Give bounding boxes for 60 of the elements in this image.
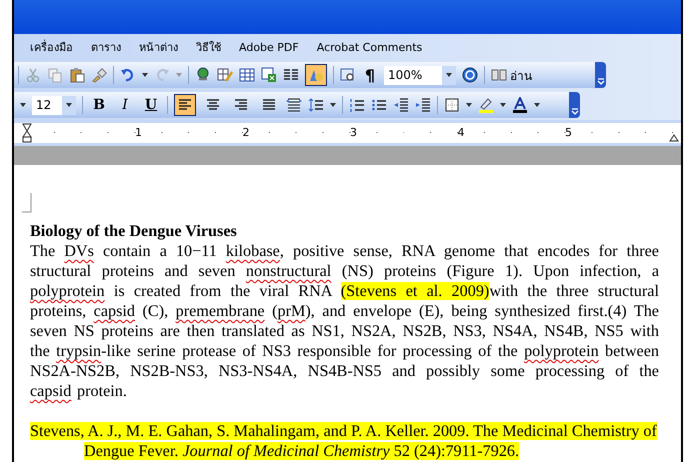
dropdown-arrow-icon[interactable]	[20, 103, 26, 107]
ruler-number: 1	[135, 126, 142, 139]
dropdown-arrow-icon	[66, 103, 72, 107]
dropdown-arrow-icon[interactable]	[330, 103, 336, 107]
chevron-down-icon	[596, 77, 604, 85]
table-pencil-icon[interactable]	[217, 67, 233, 83]
dropdown-arrow-icon[interactable]	[500, 103, 506, 107]
line-spacing-icon[interactable]	[308, 97, 324, 113]
bullet-list-icon[interactable]	[371, 97, 387, 113]
help-icon[interactable]	[462, 67, 478, 83]
distributed-icon[interactable]	[286, 97, 302, 113]
ruler-number: 3	[350, 126, 357, 139]
dropdown-arrow-icon	[176, 73, 182, 77]
ruler-number: 4	[458, 126, 464, 139]
indent-marker-icon[interactable]	[22, 123, 32, 143]
decrease-indent-icon[interactable]	[393, 97, 409, 113]
menu-item[interactable]: เครื่องมือ	[30, 38, 73, 56]
globe-link-icon[interactable]	[195, 67, 211, 83]
font-color-icon[interactable]	[512, 97, 528, 113]
italic-button[interactable]: I	[115, 97, 135, 113]
menu-item[interactable]: หน้าต่าง	[139, 38, 178, 56]
underline-button[interactable]: U	[141, 97, 161, 113]
ruler-number: 2	[242, 126, 250, 139]
brush-icon[interactable]	[91, 67, 107, 83]
bold-button[interactable]: B	[89, 97, 109, 113]
ruler-number: 5	[565, 126, 572, 139]
toolbar-options-button[interactable]	[569, 92, 580, 118]
table-icon[interactable]	[239, 67, 255, 83]
redo-icon	[154, 67, 170, 83]
menu-item[interactable]: Acrobat Comments	[316, 40, 422, 54]
document-map-icon[interactable]	[340, 67, 356, 83]
menu-item[interactable]: วิธีใช้	[196, 38, 221, 56]
drawing-button[interactable]	[305, 64, 327, 86]
toolbar-options-button[interactable]	[595, 62, 606, 88]
right-indent-marker-icon[interactable]	[669, 134, 679, 142]
dropdown-arrow-icon[interactable]	[534, 103, 540, 107]
read-button[interactable]: อ่าน	[491, 66, 532, 84]
dropdown-arrow-icon[interactable]	[142, 73, 148, 77]
undo-icon[interactable]	[120, 67, 136, 83]
font-size-dropdown[interactable]: 12	[32, 96, 76, 114]
align-button[interactable]	[174, 94, 196, 116]
columns-icon[interactable]	[283, 67, 299, 83]
document-heading: Biology of the Dengue Viruses	[30, 221, 238, 241]
reference-entry: Stevens, A. J., M. E. Gahan, S. Mahalingam, and P. A. Keller. 2009. The Medicinal Chemistry of Dengue Fever. Journal of Medicinal Chemistry 52 (24):7911-7926.	[30, 421, 658, 461]
dropdown-arrow-icon	[446, 73, 452, 77]
body-paragraph: The DVs contain a 10−11 kilobase, positive sense, RNA genome that encodes for three structural proteins and seven nonstructural (NS) proteins (Figure 1). Upon infection, a polyprotein is created from the viral RNA (Stevens et al. 2009)with the three structural proteins, capsid (C), premembrane (prM), and envelope (E), being synthesized first.(4) The seven NS proteins are then translated as NS1, NS2A, NS2B, NS3, NS4A, NS4B, NS5 with the trypsin-like serine protease of NS3 responsible for processing of the polyprotein between NS2A-NS2B, NS2B-NS3, NS3-NS4A, NS4B-NS5 and possibly some processing of the capsid protein.	[30, 241, 659, 401]
numbered-list-icon[interactable]	[349, 97, 365, 113]
increase-indent-icon[interactable]	[415, 97, 431, 113]
border-icon[interactable]	[444, 97, 460, 113]
dropdown-arrow-icon[interactable]	[466, 103, 472, 107]
menu-item[interactable]: ตาราง	[91, 38, 121, 56]
highlighter-icon[interactable]	[478, 97, 494, 113]
chevron-down-icon	[570, 107, 578, 115]
menu-item[interactable]: Adobe PDF	[239, 40, 299, 54]
clipboard-icon[interactable]	[69, 67, 85, 83]
show-formatting-button[interactable]: ¶	[362, 66, 378, 84]
zoom-dropdown[interactable]: 100%	[384, 66, 456, 84]
book-icon	[491, 67, 507, 83]
margin-corner-mark	[22, 193, 32, 213]
spreadsheet-icon[interactable]	[261, 67, 277, 83]
